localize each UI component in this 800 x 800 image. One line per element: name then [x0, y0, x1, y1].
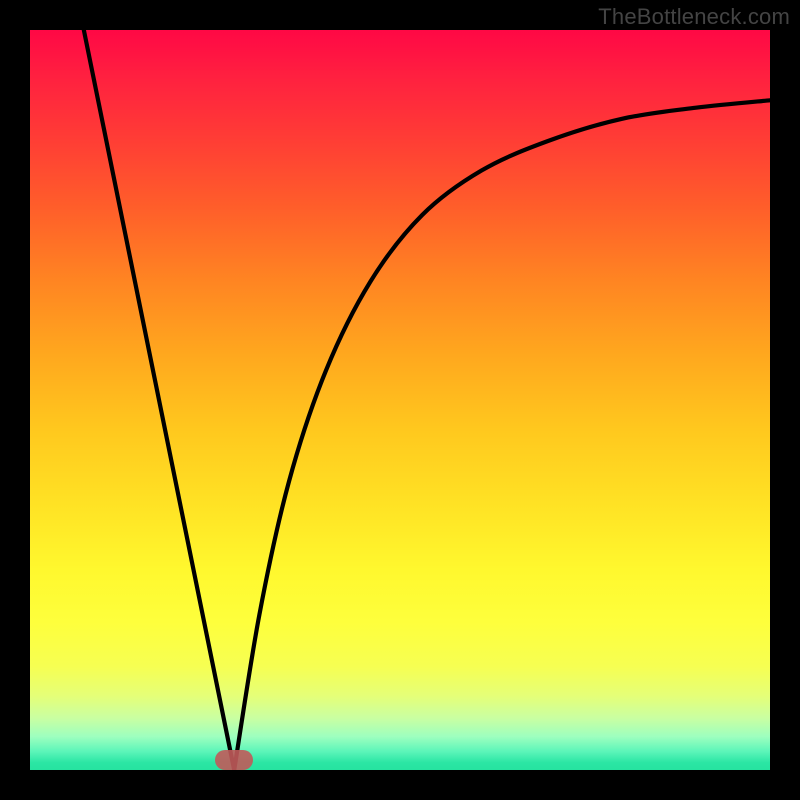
watermark-text: TheBottleneck.com — [598, 4, 790, 30]
optimal-marker — [215, 750, 253, 770]
curve-path — [82, 20, 770, 770]
chart-area — [30, 30, 770, 770]
bottleneck-curve — [30, 30, 770, 770]
